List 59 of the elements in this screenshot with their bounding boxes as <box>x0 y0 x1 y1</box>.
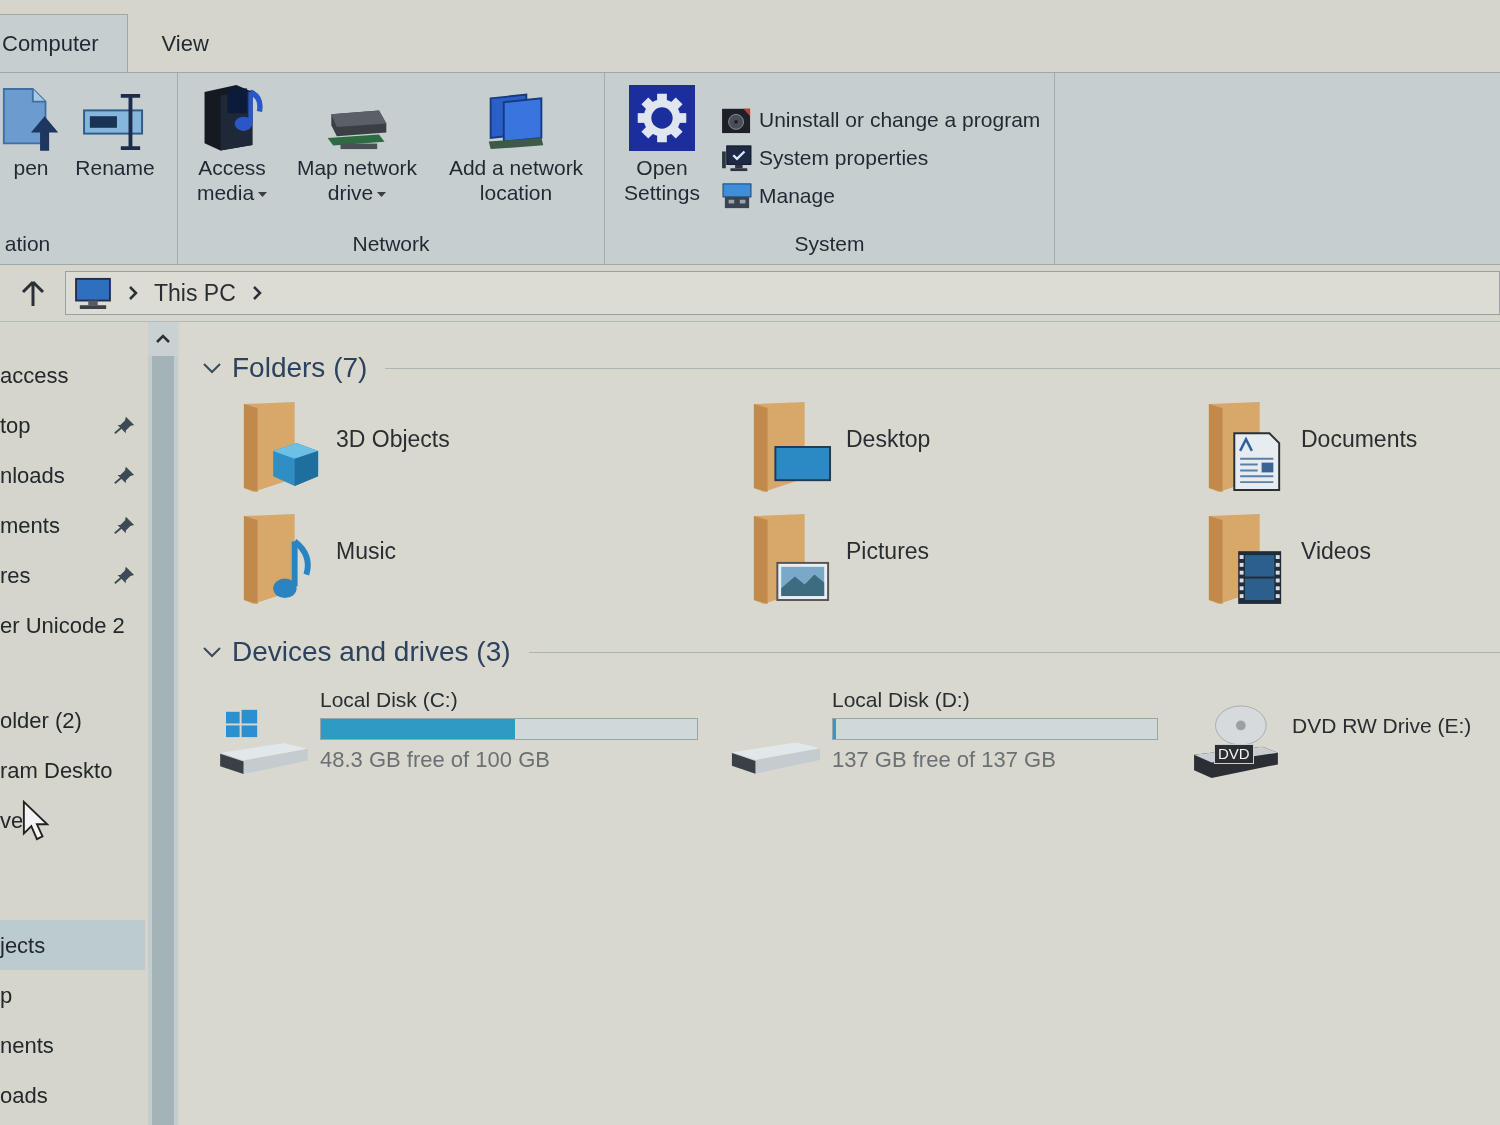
drive-space-text: 48.3 GB free of 100 GB <box>320 746 551 774</box>
ribbon-small-button[interactable]: System properties <box>721 139 1041 177</box>
nav-item[interactable]: nloads <box>0 450 145 500</box>
ribbon-group-label: ation <box>4 231 51 256</box>
chevron-right-icon <box>128 286 138 300</box>
ribbon-button[interactable]: Add a network location <box>436 79 596 205</box>
drive-name: Local Disk (C:) <box>320 687 459 713</box>
chevron-up-icon <box>155 334 171 344</box>
ribbon-button[interactable]: Rename <box>68 79 162 180</box>
folder-item[interactable]: Videos <box>1205 512 1371 606</box>
scroll-up-button[interactable] <box>148 322 178 356</box>
drive-name: Local Disk (D:) <box>832 687 971 713</box>
computer-manage-icon <box>721 182 753 210</box>
address-field[interactable]: This PC <box>65 271 1500 315</box>
ribbon-tab[interactable]: View <box>157 14 213 72</box>
ribbon-group-label: System <box>794 231 865 256</box>
ribbon-small-button[interactable]: Manage <box>721 177 1041 215</box>
nav-item[interactable]: top <box>0 400 145 450</box>
settings-icon <box>629 85 695 151</box>
ribbon-button[interactable]: Access media <box>186 79 278 205</box>
open-file-icon <box>2 85 60 151</box>
computer-icon <box>74 277 112 309</box>
nav-item[interactable]: ram Deskto <box>0 745 145 795</box>
folder-item[interactable]: Music <box>240 512 397 606</box>
nav-item[interactable]: nents <box>0 1020 145 1070</box>
up-arrow-icon[interactable] <box>20 280 45 306</box>
folder-item[interactable]: Documents <box>1205 400 1418 494</box>
nav-item[interactable]: ments <box>0 500 145 550</box>
program-box-icon <box>721 106 753 134</box>
folder-item[interactable]: 3D Objects <box>240 400 450 494</box>
nav-item[interactable]: res <box>0 550 145 600</box>
drive-item[interactable]: Local Disk (C:) 48.3 GB free of 100 GB <box>216 684 728 778</box>
drive-item[interactable]: DVD DVD RW Drive (E:) <box>1188 684 1500 780</box>
folder-item[interactable]: Desktop <box>750 400 931 494</box>
nav-item[interactable]: oads <box>0 1070 145 1120</box>
drive-space-text: 137 GB free of 137 GB <box>832 746 1057 774</box>
nav-item[interactable]: access <box>0 350 145 400</box>
drive-name: DVD RW Drive (E:) <box>1292 713 1472 739</box>
ribbon-button[interactable]: Open Settings <box>615 79 709 205</box>
ribbon-button[interactable]: Map network drive <box>282 79 432 205</box>
drive-item[interactable]: Local Disk (D:) 137 GB free of 137 GB <box>728 684 1188 778</box>
mouse-cursor-icon <box>22 800 50 842</box>
folder-item[interactable]: Pictures <box>750 512 930 606</box>
ribbon-button[interactable]: pen <box>0 79 62 180</box>
dvd-label: DVD <box>1214 744 1254 764</box>
nav-item[interactable]: jects <box>0 920 145 970</box>
ribbon-small-button[interactable]: Uninstall or change a program <box>721 101 1041 139</box>
breadcrumb[interactable]: This PC <box>154 275 236 311</box>
monitor-check-icon <box>721 144 753 172</box>
chevron-right-icon <box>251 286 262 300</box>
section-header[interactable]: Folders (7) <box>202 347 368 389</box>
nav-item[interactable]: ve <box>0 795 145 845</box>
ribbon-tab[interactable]: Computer <box>0 14 128 72</box>
ribbon-group-label: Network <box>352 231 430 256</box>
scrollbar-thumb[interactable] <box>152 356 174 1125</box>
nav-item[interactable]: p <box>0 970 145 1020</box>
nav-item[interactable]: older (2) <box>0 695 145 745</box>
nav-item[interactable]: er Unicode 2 <box>0 600 145 650</box>
section-header[interactable]: Devices and drives (3) <box>202 631 511 673</box>
